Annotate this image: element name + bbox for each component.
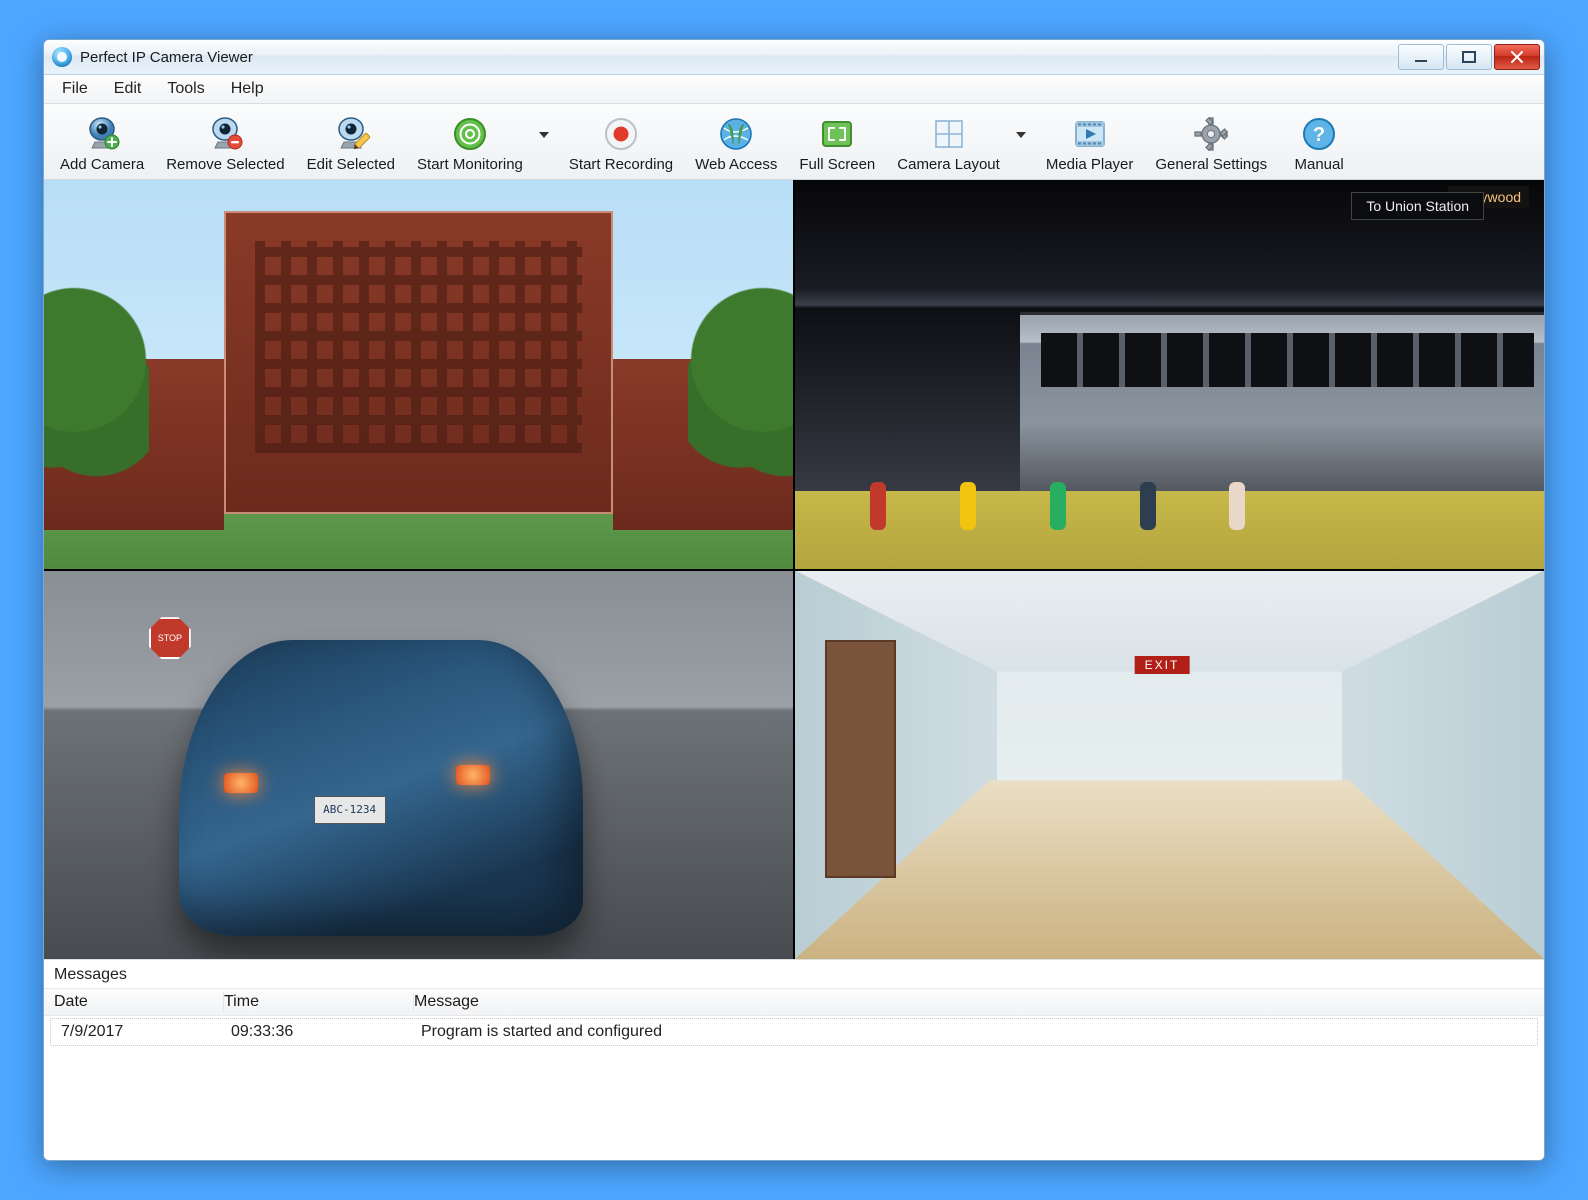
menu-help[interactable]: Help [219,78,276,100]
toolbar-label: Start Recording [569,156,673,173]
overlay-text: EXIT [1135,656,1190,674]
camera-layout-dropdown[interactable] [1014,115,1028,155]
media-player-icon [1070,114,1110,154]
toolbar-label: Edit Selected [307,156,395,173]
camera-feed-3[interactable]: STOP ABC-1234 [44,571,793,960]
toolbar-label: Start Monitoring [417,156,523,173]
message-row[interactable]: 7/9/2017 09:33:36 Program is started and… [50,1018,1538,1046]
menu-bar: File Edit Tools Help [44,75,1544,104]
full-screen-button[interactable]: Full Screen [791,110,883,175]
globe-icon [716,114,756,154]
start-monitoring-dropdown[interactable] [537,115,551,155]
start-monitoring-button[interactable]: Start Monitoring [409,110,531,175]
toolbar-label: Manual [1295,156,1344,173]
target-icon [450,114,490,154]
svg-text:?: ? [1313,124,1325,146]
toolbar-label: General Settings [1155,156,1267,173]
gear-icon [1191,114,1231,154]
window-minimize-button[interactable] [1398,44,1444,70]
title-bar: Perfect IP Camera Viewer [44,40,1544,75]
overlay-text: STOP [149,617,191,659]
toolbar-label: Full Screen [799,156,875,173]
col-date[interactable]: Date [54,993,224,1011]
help-icon: ? [1299,114,1339,154]
messages-panel: Messages Date Time Message 7/9/2017 09:3… [44,959,1544,1160]
messages-body: 7/9/2017 09:33:36 Program is started and… [44,1016,1544,1160]
manual-button[interactable]: ? Manual [1281,110,1357,175]
toolbar-label: Camera Layout [897,156,1000,173]
media-player-button[interactable]: Media Player [1038,110,1142,175]
menu-tools[interactable]: Tools [155,78,216,100]
window-close-button[interactable] [1494,44,1540,70]
web-access-button[interactable]: Web Access [687,110,785,175]
app-window: Perfect IP Camera Viewer File Edit Tools… [43,39,1545,1161]
overlay-text: To Union Station [1351,192,1484,220]
add-camera-button[interactable]: Add Camera [52,110,152,175]
messages-header-row: Date Time Message [44,989,1544,1016]
col-message[interactable]: Message [414,993,1534,1011]
fullscreen-icon [817,114,857,154]
window-maximize-button[interactable] [1446,44,1492,70]
webcam-edit-icon [331,114,371,154]
cell-message: Program is started and configured [421,1023,1527,1041]
toolbar-label: Remove Selected [166,156,284,173]
camera-feed-2[interactable]: Hollywood To Union Station [795,180,1544,569]
cell-date: 7/9/2017 [61,1023,231,1041]
camera-feed-1[interactable] [44,180,793,569]
grid-layout-icon [929,114,969,154]
messages-label: Messages [44,960,1544,989]
overlay-text: ABC-1234 [314,796,386,824]
toolbar-label: Add Camera [60,156,144,173]
toolbar-label: Web Access [695,156,777,173]
menu-file[interactable]: File [50,78,100,100]
toolbar: Add Camera Remove Selected [44,104,1544,180]
webcam-minus-icon [205,114,245,154]
start-recording-button[interactable]: Start Recording [561,110,681,175]
webcam-plus-icon [82,114,122,154]
remove-selected-button[interactable]: Remove Selected [158,110,292,175]
col-time[interactable]: Time [224,993,414,1011]
edit-selected-button[interactable]: Edit Selected [299,110,403,175]
record-icon [601,114,641,154]
cell-time: 09:33:36 [231,1023,421,1041]
general-settings-button[interactable]: General Settings [1147,110,1275,175]
camera-feed-4[interactable]: EXIT [795,571,1544,960]
app-title: Perfect IP Camera Viewer [80,49,253,66]
menu-edit[interactable]: Edit [102,78,154,100]
camera-layout-button[interactable]: Camera Layout [889,110,1008,175]
camera-grid: Hollywood To Union Station STOP ABC-1234… [44,180,1544,959]
toolbar-label: Media Player [1046,156,1134,173]
app-icon [52,47,72,67]
